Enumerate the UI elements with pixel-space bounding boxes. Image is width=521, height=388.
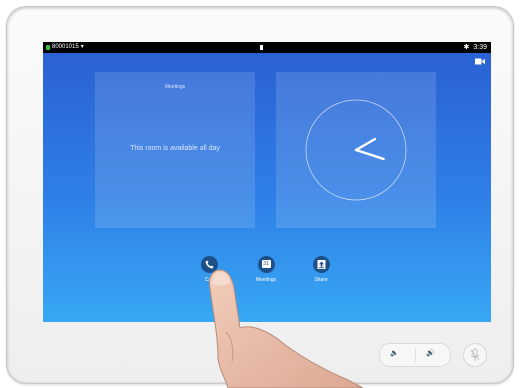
volume-down-icon[interactable]: 🔈 — [390, 349, 399, 357]
status-right: ✱ 3:39 — [464, 42, 488, 53]
camera-icon[interactable] — [475, 58, 485, 65]
volume-up-icon[interactable]: 🔊 — [426, 349, 435, 357]
settings-icon[interactable]: ✱ — [464, 42, 470, 53]
volume-divider — [415, 348, 416, 362]
mute-button[interactable] — [463, 343, 487, 367]
clock-time: 3:39 — [473, 44, 487, 51]
room-availability-message: This room is available all day — [130, 145, 220, 152]
clock-panel — [276, 72, 436, 228]
microphone-mute-icon — [470, 348, 480, 361]
analog-clock — [305, 99, 407, 201]
connection-status-icon — [46, 45, 50, 50]
pointing-hand-image — [209, 269, 364, 388]
meetings-panel-title: Meetings — [164, 84, 186, 90]
hour-hand — [354, 137, 377, 152]
status-bar: 80001015 ▾ ✱ 3:39 — [43, 42, 491, 53]
meetings-panel[interactable]: Meetings This room is available all day — [95, 72, 255, 228]
minute-hand — [354, 148, 385, 161]
status-left: 80001015 ▾ — [46, 42, 84, 53]
device-indicator-icon — [260, 45, 263, 50]
volume-buttons[interactable]: 🔈 🔊 — [379, 343, 451, 367]
system-number: 80001015 — [52, 44, 79, 50]
chevron-down-icon[interactable]: ▾ — [81, 42, 84, 53]
